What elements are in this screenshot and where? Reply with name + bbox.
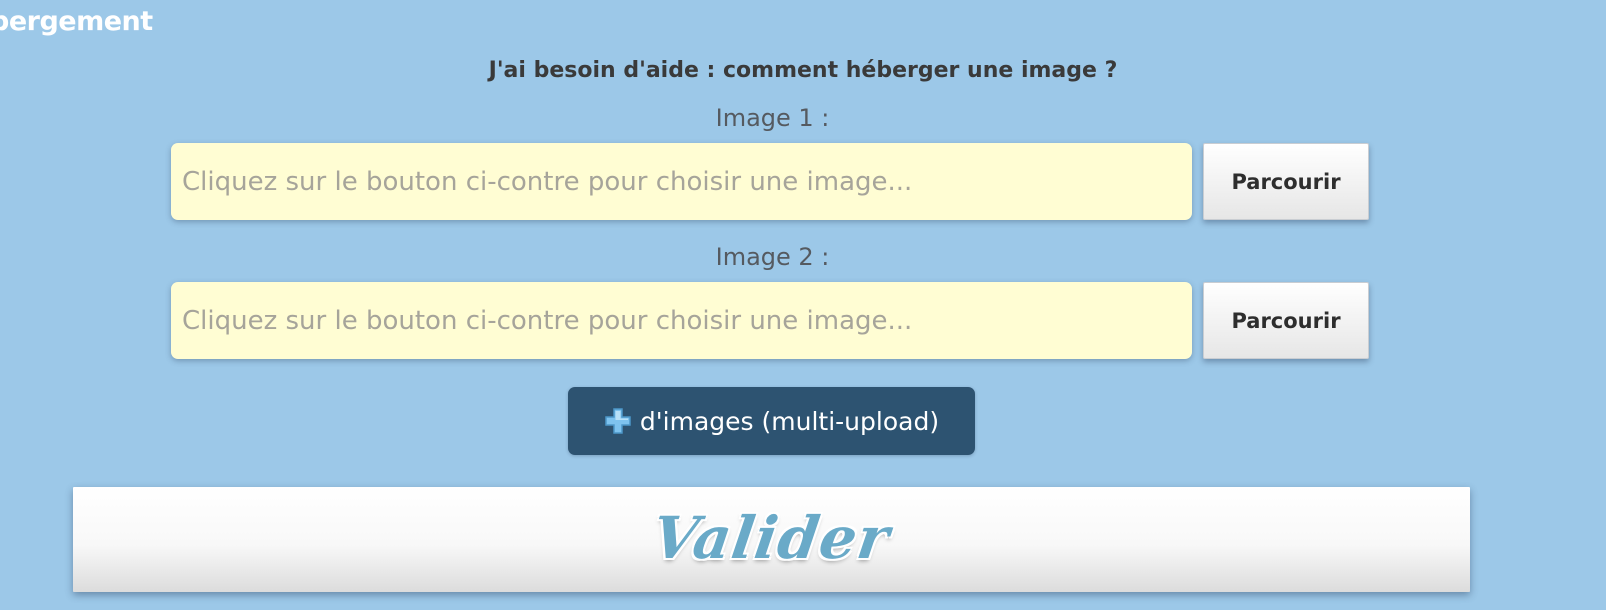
validate-button[interactable]: Valider: [73, 487, 1470, 592]
validate-label: Valider: [648, 503, 895, 572]
image-2-label: Image 2 :: [715, 243, 830, 271]
help-link[interactable]: J'ai besoin d'aide : comment héberger un…: [0, 58, 1606, 83]
multi-upload-label: d'images (multi-upload): [639, 406, 940, 436]
image-1-label: Image 1 :: [715, 104, 830, 132]
image-1-browse-button[interactable]: Parcourir: [1203, 143, 1369, 220]
image-1-path-field[interactable]: [171, 143, 1192, 220]
image-2-path-field[interactable]: [171, 282, 1192, 359]
section-title: bergement: [0, 6, 153, 37]
image-2-browse-button[interactable]: Parcourir: [1203, 282, 1369, 359]
plus-icon: [604, 407, 632, 435]
multi-upload-button[interactable]: d'images (multi-upload): [568, 387, 975, 455]
